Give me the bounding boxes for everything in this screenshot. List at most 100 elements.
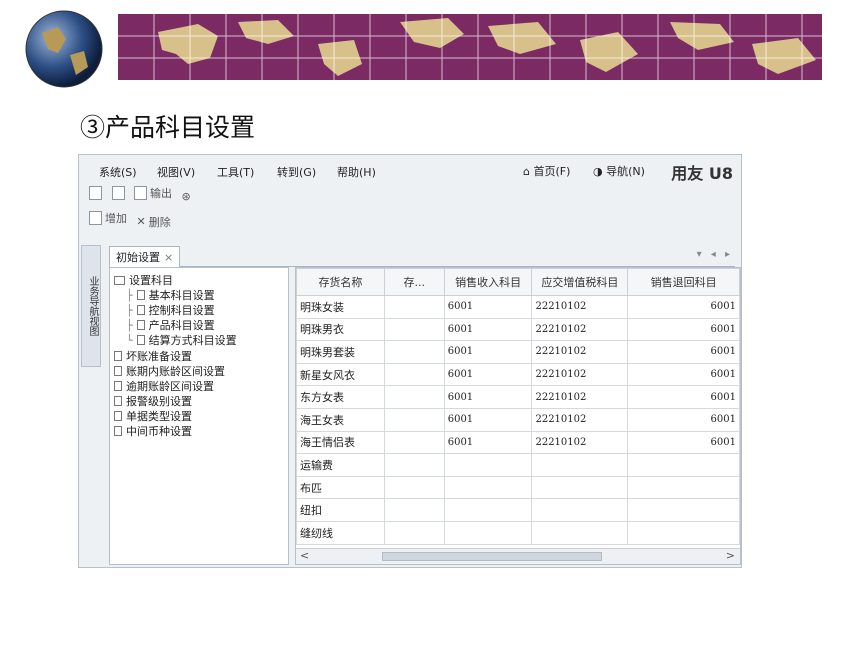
table-cell[interactable] xyxy=(531,475,629,500)
tree-item-alert-level[interactable]: 报警级别设置 xyxy=(114,393,192,409)
table-cell[interactable]: 6001 xyxy=(443,407,533,432)
table-cell[interactable] xyxy=(383,475,445,500)
scroll-thumb[interactable] xyxy=(382,552,602,561)
menu-goto[interactable]: 转到(G) xyxy=(277,164,316,180)
table-cell[interactable] xyxy=(627,498,740,522)
close-icon[interactable]: × xyxy=(164,251,173,264)
table-cell[interactable] xyxy=(383,385,445,409)
table-cell[interactable]: 6001 xyxy=(627,317,740,342)
table-cell[interactable] xyxy=(383,317,445,342)
table-cell[interactable]: 6001 xyxy=(443,362,533,387)
table-cell[interactable]: 海王情侣表 xyxy=(296,430,385,455)
table-row[interactable]: 布匹 xyxy=(296,475,740,500)
tree-item-settlement-account[interactable]: └ 结算方式科目设置 xyxy=(126,332,237,348)
menu-help[interactable]: 帮助(H) xyxy=(337,164,376,180)
help-button[interactable]: ⊛ xyxy=(182,190,191,203)
table-row[interactable]: 海王情侣表 6001 22210102 6001 xyxy=(296,430,740,455)
tree-item-product-account[interactable]: ├ 产品科目设置 xyxy=(126,317,215,333)
table-cell[interactable]: 布匹 xyxy=(296,475,385,500)
menu-tools[interactable]: 工具(T) xyxy=(217,164,254,180)
table-cell[interactable]: 6001 xyxy=(443,340,533,364)
table-cell[interactable]: 22210102 xyxy=(531,295,629,319)
table-cell[interactable]: 明珠女装 xyxy=(296,295,385,319)
output-button[interactable]: 输出 xyxy=(134,185,172,201)
table-row[interactable]: 明珠男衣 6001 22210102 6001 xyxy=(296,317,740,342)
preview-button[interactable] xyxy=(111,186,125,200)
table-cell[interactable] xyxy=(383,453,445,477)
table-cell[interactable]: 22210102 xyxy=(531,340,629,364)
tree-item-control-account[interactable]: ├ 控制科目设置 xyxy=(126,302,215,318)
table-cell[interactable]: 明珠男套装 xyxy=(296,340,385,364)
table-cell[interactable] xyxy=(531,453,629,477)
table-row[interactable]: 明珠男套装 6001 22210102 6001 xyxy=(296,340,740,364)
tab-initial-settings[interactable]: 初始设置 × xyxy=(109,246,181,267)
table-cell[interactable] xyxy=(531,498,629,522)
menu-view[interactable]: 视图(V) xyxy=(157,164,195,180)
table-row[interactable]: 新星女风衣 6001 22210102 6001 xyxy=(296,362,740,387)
table-cell[interactable]: 明珠男衣 xyxy=(296,317,385,342)
table-cell[interactable]: 运输费 xyxy=(296,453,385,477)
table-row[interactable]: 运输费 xyxy=(296,453,740,477)
table-cell[interactable]: 6001 xyxy=(443,430,533,455)
table-row[interactable]: 纽扣 xyxy=(296,498,740,522)
scroll-right-icon[interactable]: > xyxy=(726,549,735,562)
table-cell[interactable]: 6001 xyxy=(443,385,533,409)
table-cell[interactable]: 22210102 xyxy=(531,385,629,409)
table-cell[interactable] xyxy=(531,520,629,545)
print-button[interactable] xyxy=(89,186,102,200)
tab-nav-arrows[interactable]: ▾ ◂ ▸ xyxy=(697,249,733,260)
table-cell[interactable] xyxy=(443,498,533,522)
table-cell[interactable]: 6001 xyxy=(627,295,740,319)
table-cell[interactable] xyxy=(383,295,445,319)
table-cell[interactable]: 缝纫线 xyxy=(296,520,385,545)
side-nav-tab[interactable]: 业务导航视图 xyxy=(81,245,101,367)
table-cell[interactable]: 纽扣 xyxy=(296,498,385,522)
table-cell[interactable]: 6001 xyxy=(627,362,740,387)
table-cell[interactable]: 22210102 xyxy=(531,407,629,432)
table-cell[interactable]: 6001 xyxy=(627,385,740,409)
col-header-inventory[interactable]: 存... xyxy=(383,268,445,296)
table-cell[interactable]: 6001 xyxy=(443,317,533,342)
table-cell[interactable] xyxy=(383,430,445,455)
tree-root[interactable]: 设置科目 xyxy=(114,272,173,288)
tree-item-intermediate-currency[interactable]: 中间币种设置 xyxy=(114,423,192,439)
table-cell[interactable]: 6001 xyxy=(627,407,740,432)
table-row[interactable]: 明珠女装 6001 22210102 6001 xyxy=(296,295,740,319)
table-cell[interactable] xyxy=(383,362,445,387)
nav-link[interactable]: ◑ 导航(N) xyxy=(593,163,645,179)
table-cell[interactable]: 6001 xyxy=(627,340,740,364)
table-cell[interactable]: 22210102 xyxy=(531,362,629,387)
table-row[interactable]: 缝纫线 xyxy=(296,520,740,545)
table-cell[interactable] xyxy=(443,453,533,477)
table-cell[interactable]: 海王女表 xyxy=(296,407,385,432)
table-cell[interactable] xyxy=(627,475,740,500)
table-cell[interactable] xyxy=(627,520,740,545)
scroll-left-icon[interactable]: < xyxy=(300,549,309,562)
col-header-inventory-name[interactable]: 存货名称 xyxy=(296,268,385,296)
table-cell[interactable]: 东方女表 xyxy=(296,385,385,409)
horizontal-scrollbar[interactable]: < > xyxy=(296,548,740,564)
table-row[interactable]: 东方女表 6001 22210102 6001 xyxy=(296,385,740,409)
table-cell[interactable] xyxy=(443,475,533,500)
tree-item-document-type[interactable]: 单据类型设置 xyxy=(114,408,192,424)
tree-item-overdue-interval[interactable]: 逾期账龄区间设置 xyxy=(114,378,214,394)
table-cell[interactable] xyxy=(383,407,445,432)
menu-system[interactable]: 系统(S) xyxy=(99,164,137,180)
tree-item-bad-debt[interactable]: 坏账准备设置 xyxy=(114,348,192,364)
table-row[interactable]: 海王女表 6001 22210102 6001 xyxy=(296,407,740,432)
col-header-vat-payable[interactable]: 应交增值税科目 xyxy=(531,268,629,296)
tree-item-aging-interval[interactable]: 账期内账龄区间设置 xyxy=(114,363,225,379)
home-link[interactable]: ⌂ 首页(F) xyxy=(523,163,570,179)
table-cell[interactable] xyxy=(627,453,740,477)
table-cell[interactable] xyxy=(383,498,445,522)
tree-item-basic-account[interactable]: ├ 基本科目设置 xyxy=(126,287,215,303)
col-header-sales-revenue[interactable]: 销售收入科目 xyxy=(443,268,533,296)
table-cell[interactable]: 新星女风衣 xyxy=(296,362,385,387)
table-cell[interactable]: 22210102 xyxy=(531,430,629,455)
table-cell[interactable] xyxy=(383,340,445,364)
table-cell[interactable] xyxy=(383,520,445,545)
delete-button[interactable]: ✕ 删除 xyxy=(137,214,171,230)
table-cell[interactable] xyxy=(443,520,533,545)
table-cell[interactable]: 6001 xyxy=(443,295,533,319)
table-cell[interactable]: 22210102 xyxy=(531,317,629,342)
